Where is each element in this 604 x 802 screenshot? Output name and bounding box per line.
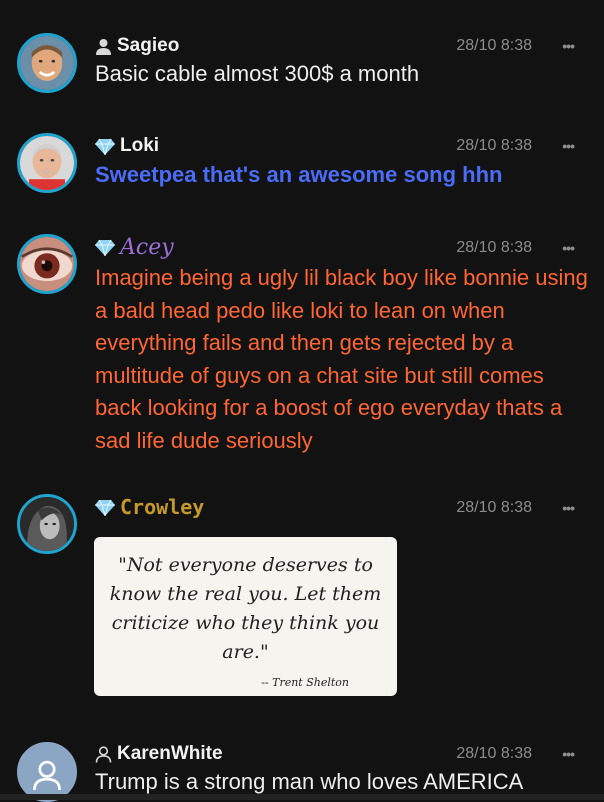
avatar[interactable] [17,742,77,802]
timestamp: 28/10 8:38 [456,37,532,54]
name-row: Loki [95,134,159,158]
message-text: Imagine being a ugly lil black boy like … [95,265,588,453]
name-row: Crowley [95,495,204,519]
more-options-icon[interactable]: ••• [562,500,575,516]
avatar[interactable] [17,494,77,554]
message-text: Sweetpea that's an awesome song hhn [95,162,503,187]
user-outline-icon [95,745,112,763]
diamond-icon [95,239,115,256]
avatar[interactable] [17,234,77,294]
name-row: Acey [95,235,174,260]
username[interactable]: KarenWhite [117,743,223,765]
quote-image[interactable]: "Not everyone deserves to know the real … [94,537,397,696]
user-icon [95,38,112,55]
timestamp: 28/10 8:38 [456,137,532,154]
timestamp: 28/10 8:38 [456,745,532,762]
diamond-icon [95,138,115,155]
more-options-icon[interactable]: ••• [562,746,575,762]
username[interactable]: Acey [120,235,174,260]
message-text: Basic cable almost 300$ a month [95,61,420,86]
more-options-icon[interactable]: ••• [562,240,575,256]
diamond-icon [95,499,115,516]
more-options-icon[interactable]: ••• [562,38,575,54]
avatar[interactable] [17,33,77,93]
quote-author: -- Trent Shelton [261,676,349,689]
timestamp: 28/10 8:38 [456,239,532,256]
username[interactable]: Sagieo [117,35,179,57]
quote-text: "Not everyone deserves to know the real … [109,554,382,663]
bottom-bar [0,794,604,800]
username[interactable]: Crowley [120,495,204,519]
name-row: KarenWhite [95,742,223,766]
name-row: Sagieo [95,34,179,58]
timestamp: 28/10 8:38 [456,499,532,516]
username[interactable]: Loki [120,135,159,157]
more-options-icon[interactable]: ••• [562,138,575,154]
avatar[interactable] [17,133,77,193]
